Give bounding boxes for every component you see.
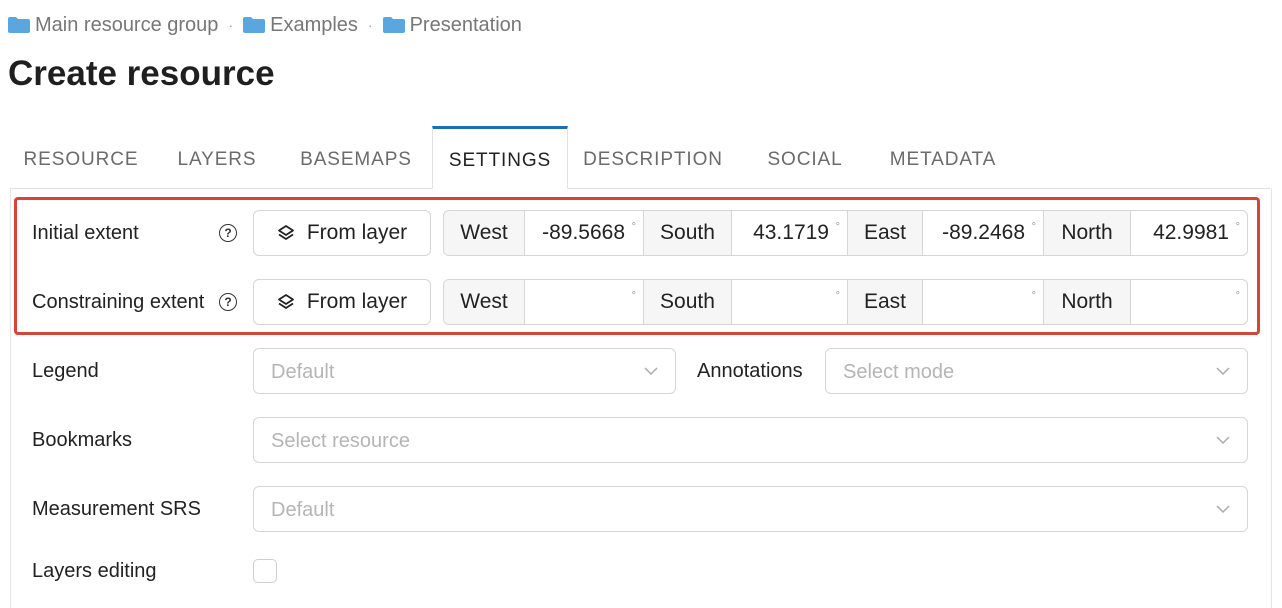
initial-extent-inputs: West -89.5668 ° South 43.1719 ° East -89.2…: [443, 210, 1248, 256]
input-value: 43.1719: [753, 221, 829, 244]
layers-editing-checkbox[interactable]: [253, 559, 277, 583]
tab-social[interactable]: SOCIAL: [750, 126, 860, 188]
constraining-east-input[interactable]: °: [923, 280, 1044, 324]
layers-editing-label: Layers editing: [32, 560, 157, 582]
constraining-west-input[interactable]: °: [525, 280, 644, 324]
degree-suffix: °: [1031, 221, 1036, 233]
initial-extent-from-layer-button[interactable]: From layer: [253, 210, 431, 256]
tab-settings[interactable]: SETTINGS: [432, 126, 568, 189]
select-placeholder: Default: [271, 361, 335, 383]
degree-suffix: °: [631, 221, 636, 233]
initial-south-input[interactable]: 43.1719 °: [732, 211, 848, 255]
degree-suffix: °: [1031, 290, 1036, 302]
initial-extent-label: Initial extent: [32, 222, 139, 244]
breadcrumb: Main resource group · Examples · Present…: [8, 12, 522, 38]
bookmarks-select[interactable]: Select resource: [253, 417, 1248, 463]
north-addon: North: [1044, 280, 1131, 324]
west-addon: West: [444, 280, 525, 324]
breadcrumb-label: Main resource group: [35, 13, 219, 36]
east-addon: East: [848, 280, 923, 324]
south-addon: South: [644, 211, 732, 255]
degree-suffix: °: [1235, 290, 1240, 302]
bookmarks-label: Bookmarks: [32, 429, 133, 451]
breadcrumb-item-main-resource-group[interactable]: Main resource group: [8, 14, 218, 37]
breadcrumb-separator: ·: [367, 17, 373, 33]
constraining-south-input[interactable]: °: [732, 280, 848, 324]
breadcrumb-separator: ·: [228, 17, 234, 33]
constraining-extent-from-layer-button[interactable]: From layer: [253, 279, 431, 325]
tab-metadata[interactable]: METADATA: [874, 126, 1012, 188]
tab-bar: RESOURCE LAYERS BASEMAPS SETTINGS DESCRI…: [10, 126, 1270, 189]
degree-suffix: °: [631, 290, 636, 302]
page-title: Create resource: [8, 54, 275, 93]
breadcrumb-item-examples[interactable]: Examples: [243, 14, 358, 37]
east-addon: East: [848, 211, 923, 255]
degree-suffix: °: [835, 290, 840, 302]
layers-icon: [277, 294, 294, 309]
degree-suffix: °: [835, 221, 840, 233]
help-icon[interactable]: ?: [219, 224, 237, 242]
chevron-down-icon: [1216, 505, 1230, 514]
initial-west-input[interactable]: -89.5668 °: [525, 211, 644, 255]
tab-description[interactable]: DESCRIPTION: [570, 126, 736, 188]
constraining-extent-label: Constraining extent: [32, 291, 205, 313]
tab-basemaps[interactable]: BASEMAPS: [282, 126, 430, 188]
initial-east-input[interactable]: -89.2468 °: [923, 211, 1044, 255]
measurement-srs-select[interactable]: Default: [253, 486, 1248, 532]
breadcrumb-label: Examples: [270, 13, 358, 36]
select-placeholder: Select mode: [843, 361, 955, 383]
initial-north-input[interactable]: 42.9981 °: [1131, 211, 1247, 255]
folder-icon: [382, 17, 405, 33]
chevron-down-icon: [644, 367, 658, 376]
help-icon[interactable]: ?: [219, 293, 237, 311]
south-addon: South: [644, 280, 732, 324]
button-label: From layer: [306, 221, 408, 244]
select-placeholder: Default: [271, 499, 335, 521]
tab-layers[interactable]: LAYERS: [162, 126, 272, 188]
input-value: 42.9981: [1153, 221, 1229, 244]
folder-icon: [243, 17, 266, 33]
constraining-north-input[interactable]: °: [1131, 280, 1247, 324]
annotations-label: Annotations: [697, 360, 803, 382]
breadcrumb-label: Presentation: [409, 13, 522, 36]
constraining-extent-inputs: West ° South ° East ° North °: [443, 279, 1248, 325]
select-placeholder: Select resource: [271, 430, 410, 452]
annotations-select[interactable]: Select mode: [825, 348, 1248, 394]
breadcrumb-item-presentation[interactable]: Presentation: [382, 13, 522, 37]
tab-resource[interactable]: RESOURCE: [10, 126, 152, 188]
folder-icon: [8, 17, 30, 33]
chevron-down-icon: [1216, 436, 1230, 445]
north-addon: North: [1044, 211, 1131, 255]
legend-select[interactable]: Default: [253, 348, 676, 394]
input-value: -89.2468: [942, 221, 1025, 244]
west-addon: West: [444, 211, 525, 255]
input-value: -89.5668: [542, 221, 625, 244]
legend-label: Legend: [32, 360, 99, 382]
degree-suffix: °: [1235, 221, 1240, 233]
measurement-srs-label: Measurement SRS: [32, 498, 201, 520]
layers-icon: [277, 225, 294, 240]
chevron-down-icon: [1216, 367, 1230, 376]
button-label: From layer: [306, 290, 408, 313]
